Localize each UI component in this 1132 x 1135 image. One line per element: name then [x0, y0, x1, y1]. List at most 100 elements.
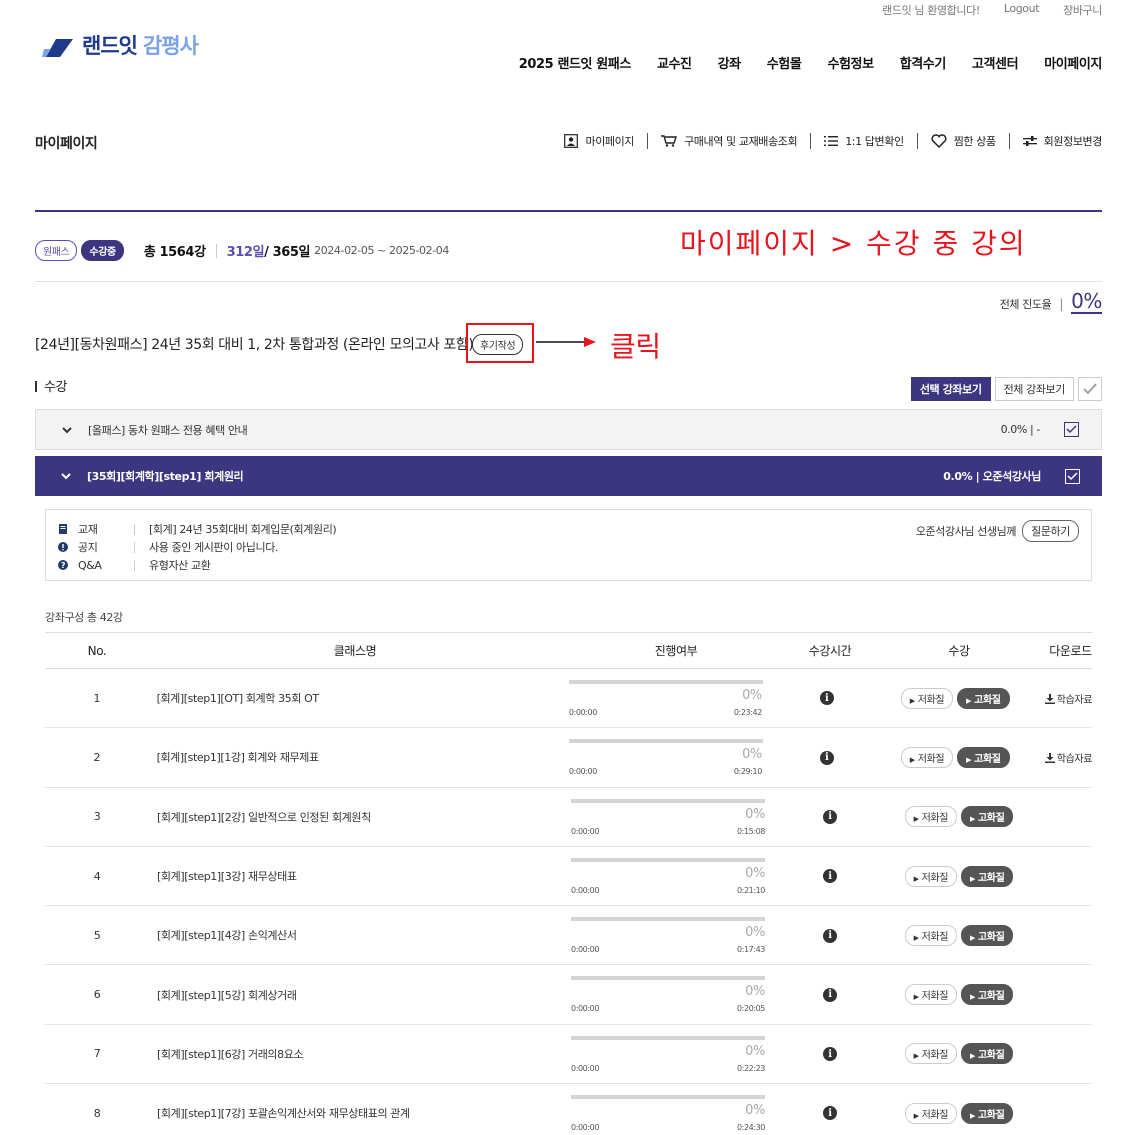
info-icon[interactable]: i — [819, 691, 834, 706]
progress-cell: 0% 0:00:00 0:23:42 — [559, 669, 788, 727]
play-icon: ▶ — [970, 874, 975, 883]
row-number: 7 — [93, 1047, 101, 1061]
pass-dates: 2024-02-05 ~ 2025-02-04 — [314, 244, 449, 257]
info-value[interactable]: [회계] 24년 35회대비 회계입문(회계원리) — [149, 521, 337, 537]
column-header: No. — [87, 643, 107, 658]
duration: 0:17:43 — [736, 945, 765, 955]
subnav-item[interactable]: 1:1 답변확인 — [824, 133, 904, 149]
review-write-button[interactable]: 후기작성 — [472, 334, 524, 355]
low-quality-button[interactable]: ▶ 저화질 — [900, 746, 954, 768]
high-quality-button[interactable]: ▶ 고화질 — [957, 746, 1010, 768]
download-label: 학습자료 — [1056, 694, 1093, 706]
nav-item[interactable]: 2025 랜드잇 원패스 — [519, 53, 632, 72]
info-icon[interactable]: i — [823, 809, 837, 824]
class-name: [회계][step1][7강] 포괄손익계산서와 재무상태표의 관계 — [157, 1107, 410, 1121]
progress-label: 전체 진도율 — [999, 298, 1052, 311]
info-value[interactable]: 사용 중인 게시판이 아닙니다. — [149, 539, 278, 555]
accordion-accounting[interactable]: [35회][회계학][step1] 회계원리 0.0% | 오준석강사님 — [35, 456, 1102, 496]
days-used: 312일 — [226, 245, 265, 260]
low-quality-button[interactable]: ▶ 저화질 — [904, 806, 957, 828]
download-link[interactable]: 학습자료 — [1044, 693, 1093, 706]
duration: 0:21:10 — [736, 885, 765, 895]
subnav-item[interactable]: 찜한 상품 — [931, 133, 996, 149]
ask-question-button[interactable]: 질문하기 — [1022, 520, 1079, 542]
nav-item[interactable]: 교수진 — [657, 53, 692, 72]
cart-icon — [661, 135, 684, 147]
nav-item[interactable]: 마이페이지 — [1044, 53, 1102, 72]
info-value[interactable]: 유형자산 교환 — [149, 557, 211, 573]
class-name: [회계][step1][5강] 회계상거래 — [157, 988, 297, 1002]
low-quality-button[interactable]: ▶ 저화질 — [900, 687, 954, 709]
lecture-table: No. 클래스명 진행여부 수강시간 수강 다운로드 1 [회계][step1][… — [45, 632, 1092, 1135]
subnav-item[interactable]: 회원정보변경 — [1022, 133, 1102, 149]
site-logo[interactable]: 랜드잇 감평사 — [42, 30, 199, 60]
class-name: [회계][step1][OT] 회계학 35회 OT — [156, 692, 320, 706]
accordion-benefits[interactable]: [올패스] 동차 원패스 전용 혜택 안내 0.0% | - — [35, 409, 1102, 450]
column-header: 수강 — [948, 644, 970, 658]
row-number: 4 — [93, 869, 101, 883]
high-quality-button[interactable]: ▶ 고화질 — [961, 865, 1014, 887]
course-title: [24년][동차원패스] 24년 35회 대비 1, 2차 통합과정 (온라인 … — [35, 337, 474, 353]
high-quality-label: 고화질 — [977, 1109, 1005, 1121]
high-quality-button[interactable]: ▶ 고화질 — [961, 1102, 1014, 1124]
low-quality-label: 저화질 — [917, 753, 945, 765]
main-nav: 2025 랜드잇 원패스 교수진 강좌 수험몰 수험정보 합격수기 고객센터 마이페이지 — [519, 53, 1103, 72]
annotation-click: 클릭 — [610, 330, 661, 363]
watched-time: 0:00:00 — [571, 1004, 600, 1014]
section-label: 수강 — [35, 376, 68, 395]
low-quality-button[interactable]: ▶ 저화질 — [904, 1043, 957, 1065]
view-all-button[interactable]: 전체 강좌보기 — [994, 377, 1074, 401]
subnav-item[interactable]: 구매내역 및 교재배송조회 — [661, 133, 798, 149]
welcome-text: 랜드잇 님 환영합니다! — [882, 4, 980, 17]
nav-item[interactable]: 수험몰 — [767, 53, 802, 72]
nav-item[interactable]: 강좌 — [718, 53, 742, 72]
info-icon[interactable]: i — [823, 869, 837, 884]
progress-bar — [568, 680, 763, 684]
info-icon[interactable]: i — [823, 928, 837, 943]
download-link[interactable]: 학습자료 — [1044, 752, 1092, 765]
book-icon — [58, 524, 68, 534]
logo-sub: 감평사 — [142, 34, 199, 58]
nav-item[interactable]: 고객센터 — [972, 53, 1019, 72]
info-icon[interactable]: i — [819, 750, 834, 765]
play-icon: ▶ — [913, 1111, 919, 1120]
progress-cell: 0% 0:00:00 0:24:30 — [561, 1084, 791, 1135]
low-quality-label: 저화질 — [921, 1050, 949, 1062]
watch-cell: ▶ 저화질 ▶ 고화질 — [869, 1102, 1049, 1124]
low-quality-button[interactable]: ▶ 저화질 — [904, 924, 957, 946]
download-icon — [1044, 752, 1055, 763]
pass-badge: 원패스 — [35, 240, 78, 261]
teacher-name: 오준석강사님 선생님께 — [915, 525, 1017, 538]
high-quality-button[interactable]: ▶ 고화질 — [961, 924, 1014, 946]
progress-percent: 0% — [745, 806, 765, 822]
nav-item[interactable]: 합격수기 — [900, 53, 947, 72]
checkbox-checked-icon[interactable] — [1064, 422, 1079, 437]
view-selected-button[interactable]: 선택 강좌보기 — [910, 377, 991, 401]
check-all-button[interactable] — [1078, 377, 1102, 401]
high-quality-button[interactable]: ▶ 고화질 — [961, 1043, 1014, 1065]
subnav-label: 찜한 상품 — [953, 135, 996, 148]
download-icon — [1044, 693, 1055, 704]
high-quality-button[interactable]: ▶ 고화질 — [957, 687, 1010, 709]
nav-item[interactable]: 수험정보 — [827, 53, 874, 72]
cart-link[interactable]: 장바구니 — [1063, 2, 1102, 18]
high-quality-button[interactable]: ▶ 고화질 — [961, 984, 1014, 1006]
high-quality-label: 고화질 — [977, 931, 1005, 943]
heart-icon — [931, 134, 954, 148]
play-icon: ▶ — [970, 993, 975, 1002]
checkbox-checked-icon[interactable] — [1065, 468, 1080, 484]
duration: 0:24:30 — [736, 1123, 765, 1133]
play-icon: ▶ — [966, 755, 972, 764]
low-quality-button[interactable]: ▶ 저화질 — [904, 865, 957, 887]
info-icon[interactable]: i — [823, 1106, 837, 1121]
low-quality-button[interactable]: ▶ 저화질 — [904, 1102, 957, 1124]
time-info-cell: i — [791, 1047, 869, 1062]
low-quality-button[interactable]: ▶ 저화질 — [904, 984, 957, 1006]
info-icon[interactable]: i — [823, 1047, 837, 1062]
info-icon[interactable]: i — [823, 987, 837, 1002]
high-quality-button[interactable]: ▶ 고화질 — [961, 806, 1014, 828]
time-info-cell: i — [788, 750, 866, 765]
logout-link[interactable]: Logout — [1004, 2, 1040, 18]
download-cell: 학습자료 — [1044, 691, 1093, 706]
subnav-item[interactable]: 마이페이지 — [564, 133, 634, 149]
